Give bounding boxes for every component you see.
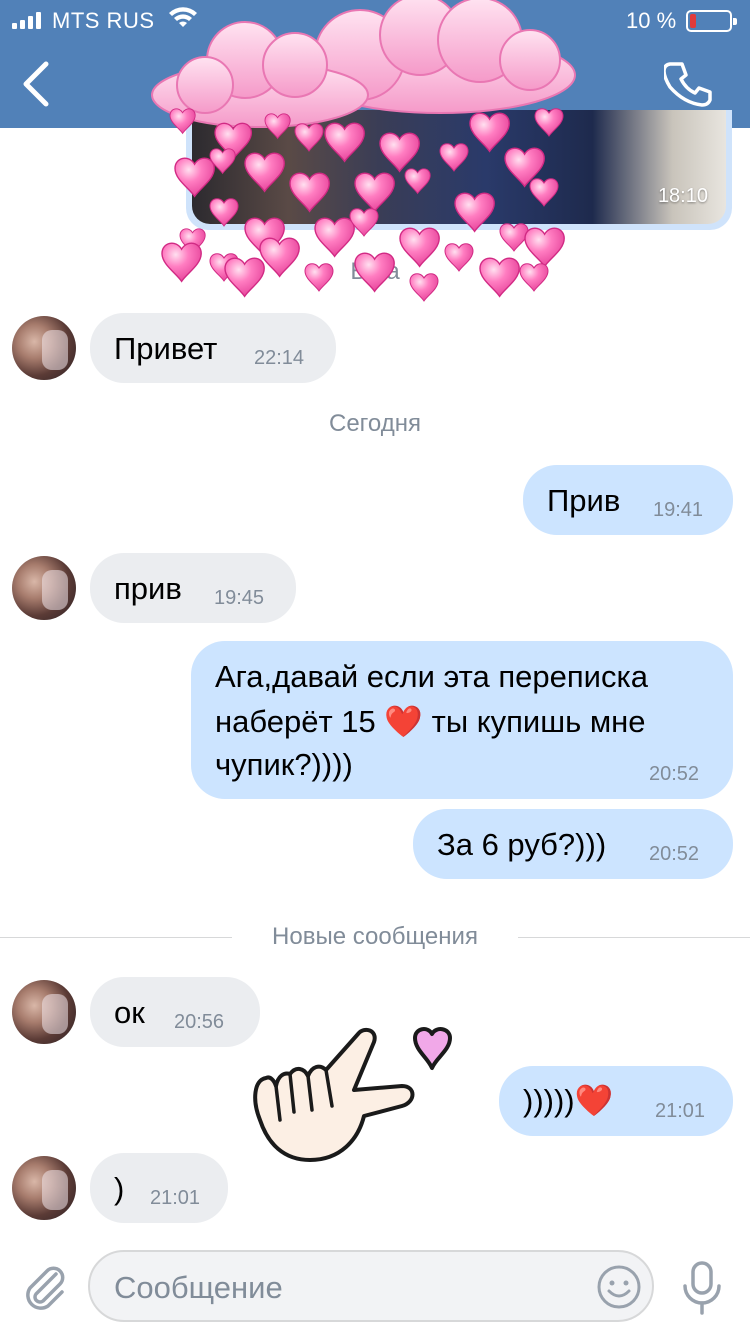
message-text-line: наберёт 15 ❤️ ты купишь мне (215, 703, 646, 740)
message-text: Привет (114, 331, 218, 366)
new-messages-separator: Новые сообщения (0, 923, 750, 953)
microphone-icon[interactable] (680, 1260, 724, 1316)
message-text: Прив (547, 483, 621, 518)
message-time: 18:10 (657, 185, 708, 207)
message-text: За 6 руб?))) (437, 827, 607, 862)
avatar[interactable] (12, 1156, 76, 1220)
finger-heart-sticker (253, 1027, 452, 1162)
message-time: 20:56 (174, 1011, 225, 1033)
battery-percent: 10 % (626, 8, 677, 33)
message-text-line: чупик?)))) (215, 747, 353, 782)
heart-emoji: ❤️ (384, 704, 424, 739)
message-text: прив (114, 571, 182, 606)
message-text-part: наберёт 15 (215, 704, 385, 739)
message-text-line: Ага,давай если эта переписка (215, 659, 648, 694)
message-time: 20:52 (649, 843, 700, 865)
date-separator: Сегодня (329, 410, 421, 437)
new-messages-label: Новые сообщения (272, 923, 478, 950)
message-time: 19:41 (653, 499, 704, 521)
message-bubble-incoming[interactable]: Привет 22:14 (90, 313, 336, 383)
carrier-name: MTS RUS (52, 8, 155, 33)
message-bubble-incoming[interactable]: прив 19:45 (90, 553, 296, 623)
message-bubble-outgoing[interactable]: Прив 19:41 (523, 465, 733, 535)
message-bubble-outgoing[interactable]: )))))❤️ 21:01 (499, 1066, 733, 1136)
message-time: 22:14 (254, 347, 305, 369)
phone-icon[interactable] (664, 58, 716, 110)
hearts-rain-sticker (161, 108, 565, 302)
chevron-left-icon[interactable] (18, 58, 58, 110)
message-text-part: ))))) (523, 1083, 575, 1118)
heart-emoji: ❤️ (574, 1083, 614, 1118)
message-bubble-outgoing[interactable]: За 6 руб?))) 20:52 (413, 809, 733, 879)
signal-icon (12, 11, 41, 29)
message-text-part: ты купишь мне (423, 704, 646, 739)
message-input-placeholder: Сообщение (114, 1270, 283, 1305)
avatar[interactable] (12, 556, 76, 620)
message-text: ) (114, 1171, 125, 1206)
message-time: 21:01 (655, 1100, 706, 1122)
message-time: 21:01 (150, 1187, 201, 1209)
avatar[interactable] (12, 316, 76, 380)
message-bubble-incoming[interactable]: ) 21:01 (90, 1153, 228, 1223)
message-input[interactable]: Сообщение (88, 1250, 654, 1322)
paperclip-icon[interactable] (20, 1260, 68, 1312)
avatar[interactable] (12, 980, 76, 1044)
battery-icon (686, 10, 737, 32)
message-time: 20:52 (649, 763, 700, 785)
message-bubble-incoming[interactable]: ок 20:56 (90, 977, 260, 1047)
message-composer: Сообщение (0, 1238, 750, 1334)
message-text: )))))❤️ (523, 1082, 613, 1119)
message-time: 19:45 (214, 587, 265, 609)
smiley-icon[interactable] (596, 1264, 642, 1310)
message-bubble-outgoing[interactable]: Ага,давай если эта переписка наберёт 15 … (191, 641, 733, 799)
message-text: ок (114, 995, 145, 1030)
